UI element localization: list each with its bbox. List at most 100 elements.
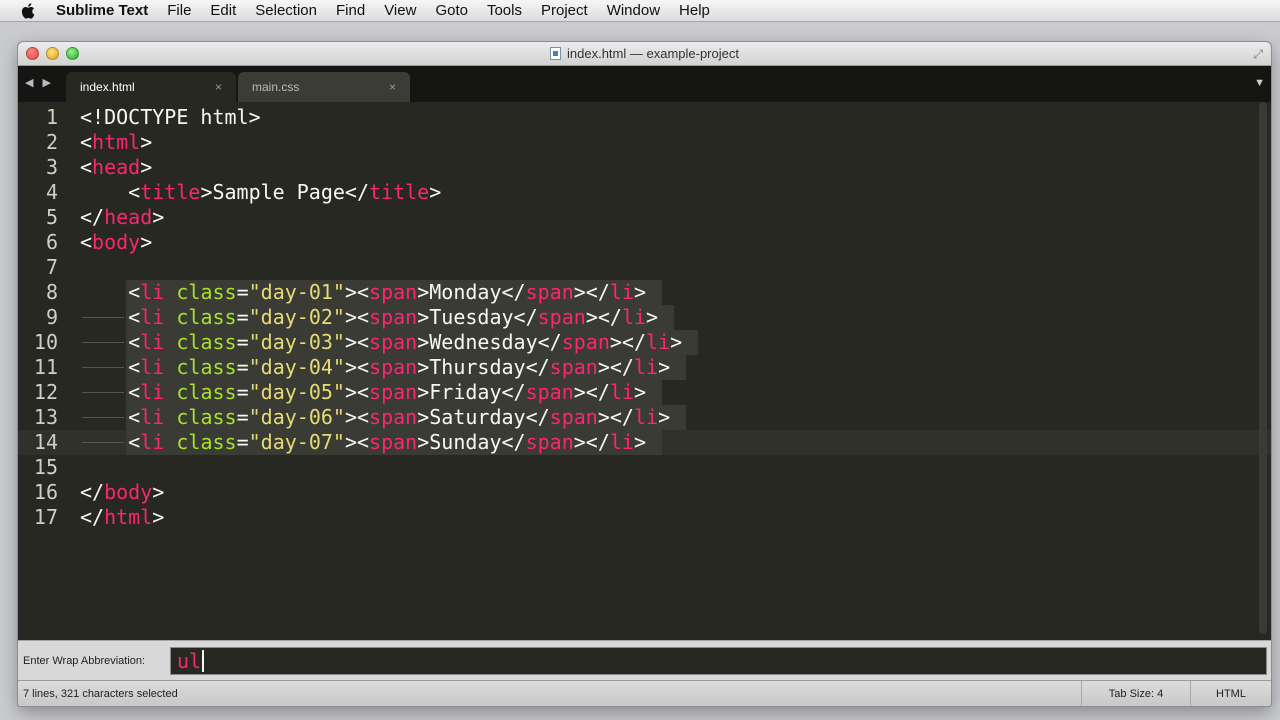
- menu-tools[interactable]: Tools: [487, 2, 522, 19]
- code-token: span: [369, 405, 418, 429]
- code-token: <: [357, 380, 370, 404]
- code-token: span: [369, 380, 418, 404]
- tab-main-css[interactable]: main.css ×: [238, 72, 410, 102]
- code-token: li: [140, 305, 165, 329]
- code-token: <: [80, 430, 141, 454]
- line-number: 1: [45, 105, 58, 129]
- menu-project[interactable]: Project: [541, 2, 588, 19]
- code-token: li: [646, 330, 671, 354]
- code-token: <: [80, 305, 141, 329]
- code-line: </html>: [80, 505, 164, 530]
- code-token: li: [140, 280, 165, 304]
- code-token: li: [140, 380, 165, 404]
- code-token: >: [633, 380, 647, 404]
- code-token: title: [369, 180, 430, 204]
- code-token: >: [344, 305, 357, 329]
- vertical-scrollbar[interactable]: [1259, 102, 1267, 634]
- code-token: html: [104, 505, 153, 529]
- code-token: >Saturday</: [417, 405, 550, 429]
- line-number: 8: [45, 280, 58, 304]
- menu-edit[interactable]: Edit: [210, 2, 236, 19]
- menu-view[interactable]: View: [384, 2, 416, 19]
- code-token: class: [176, 280, 237, 304]
- syntax-selector[interactable]: HTML: [1191, 688, 1271, 700]
- window-title: index.html — example-project: [567, 46, 739, 61]
- line-number: 4: [45, 180, 58, 204]
- tab-size-selector[interactable]: Tab Size: 4: [1082, 688, 1190, 700]
- code-token: span: [369, 430, 418, 454]
- line-number: 6: [45, 230, 58, 254]
- code-editor[interactable]: 1 2 3 4 5 6 7 8 9 10 11 12 13 14 15 16 17 <!DOCTYPE html…: [18, 102, 1271, 640]
- code-line: <li class="day-03"><span>Wednesday</span…: [80, 330, 682, 355]
- tab-close-icon[interactable]: ×: [389, 80, 396, 94]
- tab-label: index.html: [80, 80, 135, 94]
- code-token: ></: [585, 305, 622, 329]
- code-token: >Friday</: [417, 380, 526, 404]
- code-token: body: [92, 230, 141, 254]
- menu-file[interactable]: File: [167, 2, 191, 19]
- code-token: "day-05": [248, 380, 345, 404]
- code-token: </: [80, 480, 105, 504]
- code-token: <: [80, 130, 93, 154]
- line-number: 16: [33, 480, 58, 504]
- code-token: "day-02": [248, 305, 345, 329]
- code-token: "day-04": [248, 355, 345, 379]
- tab-close-icon[interactable]: ×: [215, 80, 222, 94]
- line-number: 5: [45, 205, 58, 229]
- menu-help[interactable]: Help: [679, 2, 710, 19]
- code-token: >: [140, 155, 153, 179]
- code-token: </: [80, 505, 105, 529]
- line-number: 17: [33, 505, 58, 529]
- title-bar[interactable]: index.html — example-project ⤢: [18, 42, 1271, 66]
- code-token: =: [236, 355, 249, 379]
- code-token: >: [152, 505, 165, 529]
- zoom-window-button[interactable]: [66, 47, 79, 60]
- code-token: li: [609, 380, 634, 404]
- code-line: <li class="day-06"><span>Saturday</span>…: [80, 405, 670, 430]
- code-token: li: [140, 355, 165, 379]
- tab-index-html[interactable]: index.html ×: [66, 72, 236, 102]
- code-token: class: [176, 405, 237, 429]
- apple-icon[interactable]: [20, 2, 38, 20]
- code-token: ></: [597, 355, 634, 379]
- code-token: >: [344, 280, 357, 304]
- code-token: <: [80, 355, 141, 379]
- code-token: <: [357, 280, 370, 304]
- close-window-button[interactable]: [26, 47, 39, 60]
- code-area[interactable]: <!DOCTYPE html> <html> <head> <title>Sampl…: [80, 102, 1271, 640]
- code-token: "day-03": [248, 330, 345, 354]
- code-token: span: [561, 330, 610, 354]
- menu-selection[interactable]: Selection: [255, 2, 317, 19]
- code-token: >: [658, 355, 671, 379]
- tab-list-dropdown-icon[interactable]: ▼: [1254, 77, 1265, 89]
- code-token: <: [80, 405, 141, 429]
- code-token: =: [236, 405, 249, 429]
- code-token: ></: [573, 430, 610, 454]
- window-controls: [26, 47, 79, 60]
- code-token: "day-01": [248, 280, 345, 304]
- line-number: 3: [45, 155, 58, 179]
- menu-window[interactable]: Window: [607, 2, 660, 19]
- code-token: class: [176, 430, 237, 454]
- code-token: span: [549, 355, 598, 379]
- minimize-window-button[interactable]: [46, 47, 59, 60]
- fullscreen-icon[interactable]: ⤢: [1253, 47, 1263, 62]
- code-line: <li class="day-02"><span>Tuesday</span><…: [80, 305, 658, 330]
- tab-nav-arrows-icon[interactable]: ◀ ▶: [25, 76, 54, 89]
- code-token: html: [92, 130, 141, 154]
- code-token: >: [344, 380, 357, 404]
- menu-find[interactable]: Find: [336, 2, 365, 19]
- line-number: 2: [45, 130, 58, 154]
- wrap-abbreviation-input[interactable]: ul: [170, 646, 1267, 675]
- line-number: 13: [33, 405, 58, 429]
- editor-window: index.html — example-project ⤢ ◀ ▶ index…: [18, 42, 1271, 706]
- app-name-menu[interactable]: Sublime Text: [56, 2, 148, 19]
- status-bar: 7 lines, 321 characters selected Tab Siz…: [18, 680, 1271, 706]
- code-token: class: [176, 330, 237, 354]
- menu-goto[interactable]: Goto: [435, 2, 468, 19]
- code-token: "day-06": [248, 405, 345, 429]
- code-token: >: [429, 180, 442, 204]
- code-token: <: [80, 155, 93, 179]
